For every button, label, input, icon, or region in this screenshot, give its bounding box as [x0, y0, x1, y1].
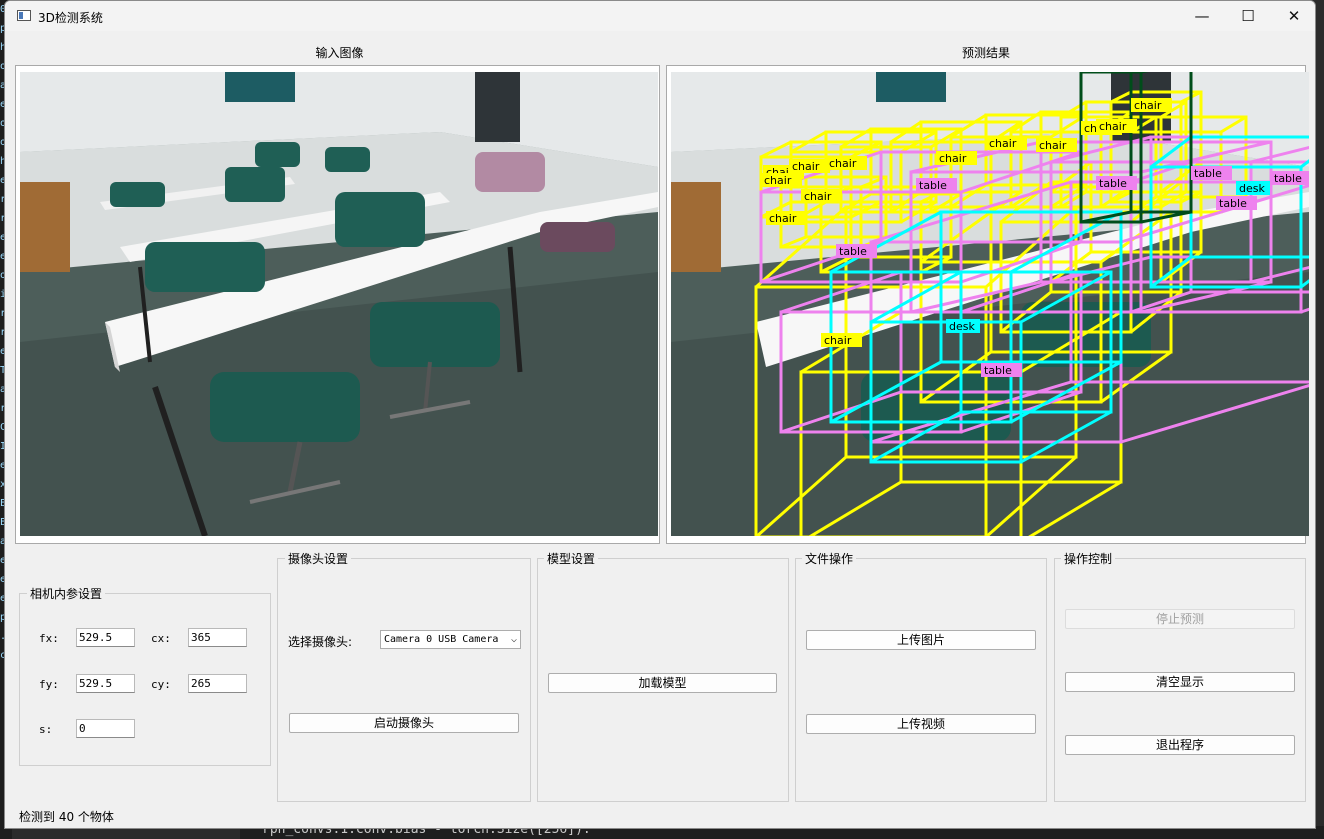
file-operations-title: 文件操作 — [802, 550, 857, 567]
detection-label: table — [1194, 167, 1222, 180]
detection-label: chair — [939, 152, 967, 165]
fy-field[interactable]: 529.5 — [76, 674, 135, 693]
prediction-overlay: chairchair chair chairchair chairchairchair… — [671, 72, 1309, 536]
close-button[interactable]: ✕ — [1271, 1, 1315, 31]
title-bar: 3D检测系统 — ☐ ✕ — [5, 1, 1315, 31]
detection-label: chair — [989, 137, 1017, 150]
camera-select-value: Camera 0 USB Camera — [384, 634, 499, 645]
model-settings-title: 模型设置 — [544, 550, 599, 567]
s-field[interactable]: 0 — [76, 719, 135, 738]
fx-field[interactable]: 529.5 — [76, 628, 135, 647]
detection-label: desk — [1239, 182, 1265, 195]
chevron-down-icon: ⌵ — [510, 634, 517, 645]
cy-field[interactable]: 265 — [188, 674, 247, 693]
camera-select[interactable]: Camera 0 USB Camera ⌵ — [380, 630, 521, 649]
input-image-panel — [15, 65, 660, 544]
minimize-button[interactable]: — — [1179, 1, 1225, 31]
status-text: 检测到 40 个物体 — [19, 810, 114, 824]
detection-label: table — [919, 179, 947, 192]
cx-label: cx: — [151, 632, 171, 645]
prediction-caption: 预测结果 — [961, 46, 1010, 60]
classroom-photo — [20, 72, 658, 536]
detection-label: chair — [1134, 99, 1162, 112]
prediction-image-panel: chair chair chair chair chair chair chair chair… — [666, 65, 1309, 544]
detection-label: chair — [824, 334, 852, 347]
file-operations-group — [795, 558, 1047, 802]
camera-intrinsics-title: 相机内参设置 — [27, 585, 106, 602]
detection-label: table — [1219, 197, 1247, 210]
app-window: 3D检测系统 — ☐ ✕ 输入图像 预测结果 chair chair chair… — [4, 0, 1316, 829]
maximize-button[interactable]: ☐ — [1225, 1, 1271, 31]
detection-label: chair — [764, 174, 792, 187]
camera-select-label: 选择摄像头: — [288, 635, 353, 649]
upload-video-button[interactable]: 上传视频 — [806, 714, 1036, 734]
detection-label: chair — [1039, 139, 1067, 152]
camera-settings-title: 摄像头设置 — [285, 550, 352, 567]
clear-display-button[interactable]: 清空显示 — [1065, 672, 1295, 692]
app-icon — [17, 10, 31, 21]
detection-label: table — [839, 245, 867, 258]
cx-field[interactable]: 365 — [188, 628, 247, 647]
detection-label: table — [1099, 177, 1127, 190]
detection-label: chair — [792, 160, 820, 173]
detection-label: table — [984, 364, 1012, 377]
input-image-caption: 输入图像 — [315, 46, 364, 60]
operation-controls-title: 操作控制 — [1061, 550, 1116, 567]
camera-settings-group — [277, 558, 531, 802]
window-title: 3D检测系统 — [38, 11, 103, 25]
fx-label: fx: — [39, 632, 59, 645]
cy-label: cy: — [151, 678, 171, 691]
detection-label: chair — [1099, 120, 1127, 133]
detection-label: chair — [769, 212, 797, 225]
upload-image-button[interactable]: 上传图片 — [806, 630, 1036, 650]
s-label: s: — [39, 723, 53, 736]
detection-label: table — [1274, 172, 1302, 185]
stop-prediction-button[interactable]: 停止预测 — [1065, 609, 1295, 629]
detection-label: chair — [804, 190, 832, 203]
fy-label: fy: — [39, 678, 59, 691]
start-camera-button[interactable]: 启动摄像头 — [289, 713, 519, 733]
detection-label: chair — [829, 157, 857, 170]
load-model-button[interactable]: 加载模型 — [548, 673, 777, 693]
exit-program-button[interactable]: 退出程序 — [1065, 735, 1295, 755]
detection-label: desk — [949, 320, 975, 333]
